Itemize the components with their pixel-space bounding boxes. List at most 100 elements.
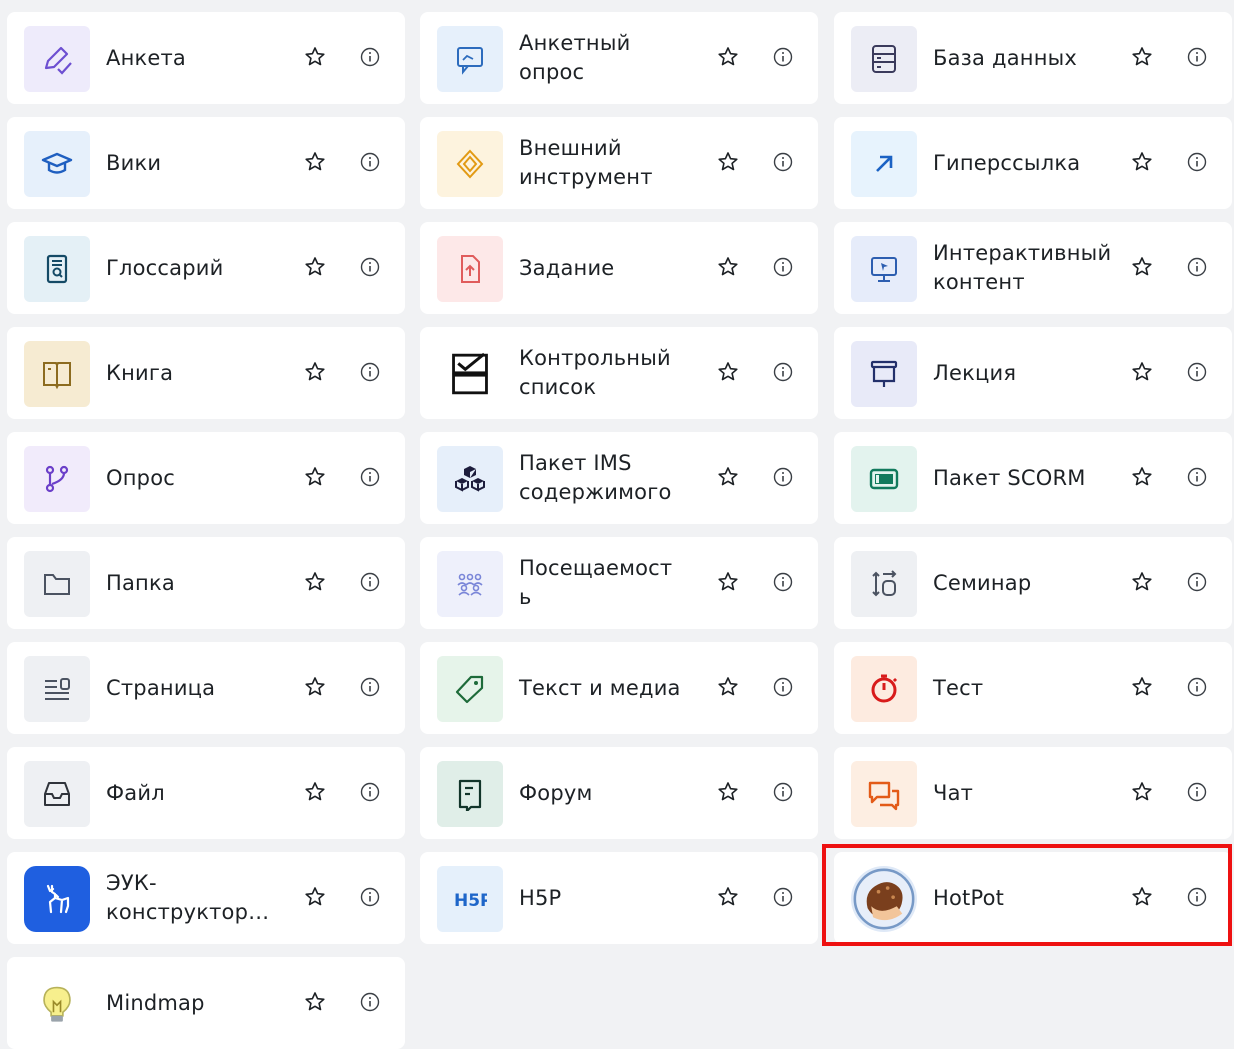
activity-25-card[interactable]: ЭУК- конструктор… [7, 852, 405, 944]
activity-label[interactable]: Файл [106, 747, 296, 839]
activity-12-card[interactable]: Лекция [834, 327, 1232, 419]
activity-label[interactable]: Текст и медиа [519, 642, 709, 734]
activity-label[interactable]: Посещаемост ь [519, 537, 709, 629]
activity-4-card[interactable]: Вики [7, 117, 405, 209]
activity-16-card[interactable]: Папка [7, 537, 405, 629]
activity-label[interactable]: Интерактивный контент [933, 222, 1123, 314]
star-icon[interactable] [303, 360, 327, 384]
star-icon[interactable] [303, 990, 327, 1014]
star-icon[interactable] [716, 570, 740, 594]
activity-label[interactable]: Анкетный опрос [519, 12, 709, 104]
activity-28-card[interactable]: Mindmap [7, 957, 405, 1049]
star-icon[interactable] [303, 885, 327, 909]
activity-15-card[interactable]: Пакет SCORM [834, 432, 1232, 524]
activity-8-card[interactable]: Задание [420, 222, 818, 314]
info-icon[interactable] [772, 256, 794, 278]
star-icon[interactable] [716, 675, 740, 699]
activity-label[interactable]: Форум [519, 747, 709, 839]
info-icon[interactable] [359, 886, 381, 908]
activity-11-card[interactable]: Контрольный список [420, 327, 818, 419]
activity-label[interactable]: Чат [933, 747, 1123, 839]
activity-26-card[interactable]: H5P H5P [420, 852, 818, 944]
info-icon[interactable] [1186, 676, 1208, 698]
activity-6-card[interactable]: Гиперссылка [834, 117, 1232, 209]
star-icon[interactable] [1130, 675, 1154, 699]
star-icon[interactable] [303, 570, 327, 594]
star-icon[interactable] [1130, 885, 1154, 909]
info-icon[interactable] [359, 991, 381, 1013]
activity-7-card[interactable]: Глоссарий [7, 222, 405, 314]
info-icon[interactable] [772, 781, 794, 803]
activity-17-card[interactable]: Посещаемост ь [420, 537, 818, 629]
star-icon[interactable] [303, 45, 327, 69]
info-icon[interactable] [1186, 781, 1208, 803]
activity-label[interactable]: Mindmap [106, 957, 296, 1049]
activity-label[interactable]: H5P [519, 852, 709, 944]
star-icon[interactable] [716, 465, 740, 489]
activity-label[interactable]: HotPot [933, 852, 1123, 944]
activity-label[interactable]: Вики [106, 117, 296, 209]
activity-22-card[interactable]: Файл [7, 747, 405, 839]
star-icon[interactable] [303, 675, 327, 699]
star-icon[interactable] [716, 885, 740, 909]
star-icon[interactable] [1130, 570, 1154, 594]
activity-label[interactable]: Глоссарий [106, 222, 296, 314]
activity-5-card[interactable]: Внешний инструмент [420, 117, 818, 209]
info-icon[interactable] [1186, 361, 1208, 383]
activity-label[interactable]: Пакет SCORM [933, 432, 1123, 524]
info-icon[interactable] [359, 781, 381, 803]
info-icon[interactable] [772, 466, 794, 488]
star-icon[interactable] [716, 255, 740, 279]
info-icon[interactable] [1186, 46, 1208, 68]
info-icon[interactable] [772, 361, 794, 383]
info-icon[interactable] [359, 46, 381, 68]
star-icon[interactable] [1130, 465, 1154, 489]
activity-label[interactable]: База данных [933, 12, 1123, 104]
activity-13-card[interactable]: Опрос [7, 432, 405, 524]
info-icon[interactable] [359, 466, 381, 488]
info-icon[interactable] [359, 571, 381, 593]
activity-label[interactable]: Гиперссылка [933, 117, 1123, 209]
activity-9-card[interactable]: Интерактивный контент [834, 222, 1232, 314]
activity-1-card[interactable]: Анкета [7, 12, 405, 104]
info-icon[interactable] [772, 151, 794, 173]
activity-label[interactable]: Задание [519, 222, 709, 314]
info-icon[interactable] [1186, 256, 1208, 278]
info-icon[interactable] [359, 256, 381, 278]
activity-10-card[interactable]: Книга [7, 327, 405, 419]
info-icon[interactable] [772, 886, 794, 908]
activity-label[interactable]: ЭУК- конструктор… [106, 852, 296, 944]
info-icon[interactable] [772, 46, 794, 68]
star-icon[interactable] [1130, 150, 1154, 174]
star-icon[interactable] [716, 150, 740, 174]
star-icon[interactable] [303, 255, 327, 279]
activity-3-card[interactable]: База данных [834, 12, 1232, 104]
activity-24-card[interactable]: Чат [834, 747, 1232, 839]
activity-label[interactable]: Семинар [933, 537, 1123, 629]
info-icon[interactable] [1186, 466, 1208, 488]
star-icon[interactable] [1130, 360, 1154, 384]
activity-18-card[interactable]: Семинар [834, 537, 1232, 629]
info-icon[interactable] [772, 676, 794, 698]
activity-label[interactable]: Страница [106, 642, 296, 734]
activity-label[interactable]: Анкета [106, 12, 296, 104]
activity-20-card[interactable]: Текст и медиа [420, 642, 818, 734]
activity-label[interactable]: Опрос [106, 432, 296, 524]
activity-label[interactable]: Пакет IMS содержимого [519, 432, 709, 524]
activity-2-card[interactable]: Анкетный опрос [420, 12, 818, 104]
activity-label[interactable]: Лекция [933, 327, 1123, 419]
info-icon[interactable] [359, 676, 381, 698]
activity-label[interactable]: Контрольный список [519, 327, 709, 419]
activity-label[interactable]: Папка [106, 537, 296, 629]
star-icon[interactable] [716, 360, 740, 384]
star-icon[interactable] [303, 780, 327, 804]
info-icon[interactable] [359, 361, 381, 383]
activity-label[interactable]: Книга [106, 327, 296, 419]
activity-21-card[interactable]: Тест [834, 642, 1232, 734]
activity-27-card[interactable]: HotPot [834, 852, 1232, 944]
info-icon[interactable] [1186, 886, 1208, 908]
activity-14-card[interactable]: Пакет IMS содержимого [420, 432, 818, 524]
star-icon[interactable] [303, 465, 327, 489]
star-icon[interactable] [1130, 255, 1154, 279]
activity-label[interactable]: Тест [933, 642, 1123, 734]
